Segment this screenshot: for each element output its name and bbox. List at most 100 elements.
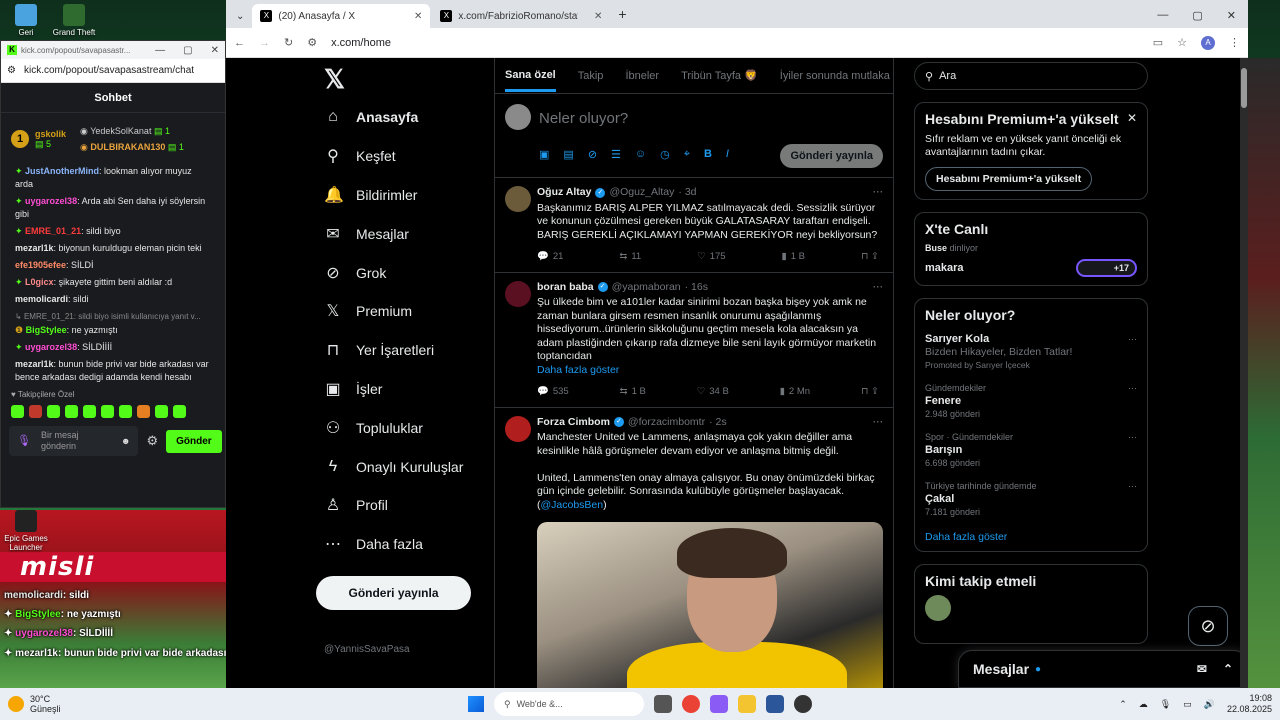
more-options-icon[interactable]: ⋯ bbox=[1128, 431, 1137, 444]
repost-button[interactable]: ⇆ 11 bbox=[619, 250, 641, 264]
nav-notifications[interactable]: 🔔 Bildirimler bbox=[316, 176, 494, 215]
chrome-icon[interactable] bbox=[682, 695, 700, 713]
compose-post-button[interactable]: Gönderi yayınla bbox=[780, 144, 883, 168]
emote-icon[interactable] bbox=[119, 405, 132, 418]
chat-input[interactable]: 🎙 Bir mesaj gönderin ☻ bbox=[9, 426, 139, 456]
nav-home[interactable]: ⌂ Anasayfa bbox=[316, 98, 494, 137]
more-options-icon[interactable]: ⋯ bbox=[1128, 333, 1137, 346]
tab-list-1[interactable]: İbneler bbox=[625, 70, 659, 82]
leader-1[interactable]: gskolik ▤ 5 bbox=[35, 129, 66, 150]
reply-button[interactable]: 💬 21 bbox=[537, 250, 563, 264]
trend-item[interactable]: Gündemdekiler Fenere 2.948 gönderi ⋯ bbox=[925, 382, 1137, 421]
profile-avatar[interactable]: A bbox=[1201, 35, 1215, 50]
maximize-button[interactable]: ▢ bbox=[1192, 9, 1202, 22]
taskbar-search[interactable]: ⚲ Web'de &... bbox=[494, 692, 644, 716]
nav-premium[interactable]: 𝕏 Premium bbox=[316, 292, 494, 331]
gif-icon[interactable]: ▤ bbox=[563, 148, 573, 161]
send-button[interactable]: Gönder bbox=[166, 429, 222, 453]
trend-item[interactable]: Sarıyer Kola Bizden Hikayeler, Bizden Tat… bbox=[925, 333, 1137, 372]
search-input[interactable]: ⚲ Ara bbox=[914, 62, 1148, 90]
tab-for-you[interactable]: Sana özel bbox=[505, 59, 556, 92]
avatar[interactable] bbox=[925, 595, 951, 621]
views-button[interactable]: ▮ 1 B bbox=[782, 250, 806, 264]
poll-icon[interactable]: ☰ bbox=[611, 148, 621, 161]
emote-icon[interactable] bbox=[155, 405, 168, 418]
bookmark-icon[interactable]: ⊓ ⇪ bbox=[861, 385, 879, 399]
close-button[interactable]: ✕ bbox=[1227, 9, 1236, 22]
reload-icon[interactable]: ↻ bbox=[284, 36, 293, 49]
more-options-icon[interactable]: ⋯ bbox=[873, 186, 884, 200]
tweet-image[interactable] bbox=[537, 522, 883, 688]
microphone-icon[interactable]: 🎙 bbox=[1160, 699, 1171, 710]
schedule-icon[interactable]: ◷ bbox=[660, 148, 670, 161]
avatar[interactable] bbox=[505, 415, 531, 442]
expand-icon[interactable]: ⌃ bbox=[1223, 662, 1233, 676]
more-options-icon[interactable]: ⋯ bbox=[1128, 480, 1137, 493]
bold-icon[interactable]: B bbox=[704, 148, 712, 161]
emote-icon[interactable] bbox=[65, 405, 78, 418]
site-info-icon[interactable]: ⚙ bbox=[7, 65, 16, 76]
premium-upgrade-button[interactable]: Hesabını Premium+'a yükselt bbox=[925, 167, 1093, 191]
microphone-icon[interactable]: 🎙 bbox=[17, 435, 31, 447]
desktop-icon-epic[interactable]: Epic Games Launcher bbox=[0, 510, 56, 552]
volume-icon[interactable]: 🔊 bbox=[1204, 699, 1215, 710]
scrollbar[interactable] bbox=[1240, 58, 1248, 688]
new-message-icon[interactable]: ✉ bbox=[1197, 662, 1207, 676]
tweet[interactable]: Oğuz Altay ✓ @Oguz_Altay · 3d ⋯ Başkanımız B… bbox=[495, 178, 893, 273]
file-explorer-icon[interactable] bbox=[738, 695, 756, 713]
emoji-icon[interactable]: ☺ bbox=[635, 148, 646, 161]
close-tab-icon[interactable]: ✕ bbox=[414, 11, 422, 22]
nav-messages[interactable]: ✉ Mesajlar bbox=[316, 214, 494, 253]
listeners-pill[interactable]: +17 bbox=[1075, 259, 1137, 277]
show-more-trends-link[interactable]: Daha fazla göster bbox=[925, 531, 1137, 543]
tab-x-home[interactable]: X (20) Anasayfa / X ✕ bbox=[252, 4, 431, 28]
forward-icon[interactable]: → bbox=[259, 37, 270, 49]
emote-icon[interactable] bbox=[29, 405, 42, 418]
cast-icon[interactable]: ▭ bbox=[1153, 36, 1163, 49]
url-field[interactable]: x.com/home bbox=[331, 37, 1139, 49]
nav-explore[interactable]: ⚲ Keşfet bbox=[316, 137, 494, 176]
emote-icon[interactable] bbox=[101, 405, 114, 418]
account-switcher[interactable]: @YannisSavaPasa bbox=[324, 644, 410, 655]
leader-2[interactable]: ◉ YedekSolKanat ▤ 1 bbox=[80, 123, 184, 139]
nav-profile[interactable]: ♙ Profil bbox=[316, 486, 494, 525]
emote-icon[interactable] bbox=[47, 405, 60, 418]
reply-button[interactable]: 💬 535 bbox=[537, 385, 569, 399]
tab-list-3[interactable]: İyiler sonunda mutlaka kaz bbox=[780, 70, 893, 82]
new-tab-button[interactable]: + bbox=[612, 6, 632, 28]
post-button[interactable]: Gönderi yayınla bbox=[316, 576, 471, 610]
more-options-icon[interactable]: ⋯ bbox=[873, 281, 884, 295]
x-logo-icon[interactable]: 𝕏 bbox=[316, 58, 494, 98]
show-more-link[interactable]: Daha fazla göster bbox=[537, 364, 883, 378]
mention-link[interactable]: @JacobsBen bbox=[541, 499, 604, 511]
avatar[interactable] bbox=[505, 280, 531, 307]
emote-icon[interactable] bbox=[137, 405, 150, 418]
app-icon[interactable] bbox=[794, 695, 812, 713]
close-icon[interactable]: ✕ bbox=[1127, 111, 1137, 125]
nav-grok[interactable]: ⊘ Grok bbox=[316, 253, 494, 292]
nav-communities[interactable]: ⚇ Topluluklar bbox=[316, 408, 494, 447]
minimize-button[interactable]: — bbox=[1157, 9, 1168, 22]
start-icon[interactable] bbox=[468, 696, 484, 712]
close-button[interactable]: ✕ bbox=[211, 45, 219, 56]
bookmark-star-icon[interactable]: ☆ bbox=[1177, 36, 1187, 49]
live-card[interactable]: X'te Canlı Buse dinliyor makara +17 bbox=[914, 212, 1148, 286]
grok-floating-button[interactable]: ⊘ bbox=[1188, 606, 1228, 646]
trend-item[interactable]: Türkiye tarihinde gündemde Çakal 7.181 gön… bbox=[925, 480, 1137, 519]
copilot-icon[interactable] bbox=[710, 695, 728, 713]
site-info-icon[interactable]: ⚙ bbox=[307, 36, 317, 49]
compose-input[interactable]: Neler oluyor? bbox=[539, 110, 628, 127]
tab-search-icon[interactable]: ⌄ bbox=[230, 11, 250, 28]
network-icon[interactable]: ▭ bbox=[1183, 699, 1192, 710]
desktop-icon-gta[interactable]: Grand Theft bbox=[44, 4, 104, 37]
nav-more[interactable]: ⋯ Daha fazla bbox=[316, 525, 494, 564]
chevron-up-icon[interactable]: ⌃ bbox=[1119, 699, 1127, 710]
menu-icon[interactable]: ⋮ bbox=[1229, 36, 1240, 49]
task-view-icon[interactable] bbox=[654, 695, 672, 713]
like-button[interactable]: ♡ 175 bbox=[697, 250, 725, 264]
avatar[interactable] bbox=[505, 104, 531, 130]
tweet[interactable]: Forza Cimbom ✓ @forzacimbomtr · 2s ⋯ Manches… bbox=[495, 408, 893, 688]
image-icon[interactable]: ▣ bbox=[539, 148, 549, 161]
emoji-icon[interactable]: ☻ bbox=[121, 436, 130, 447]
views-button[interactable]: ▮ 2 Mn bbox=[780, 385, 810, 399]
